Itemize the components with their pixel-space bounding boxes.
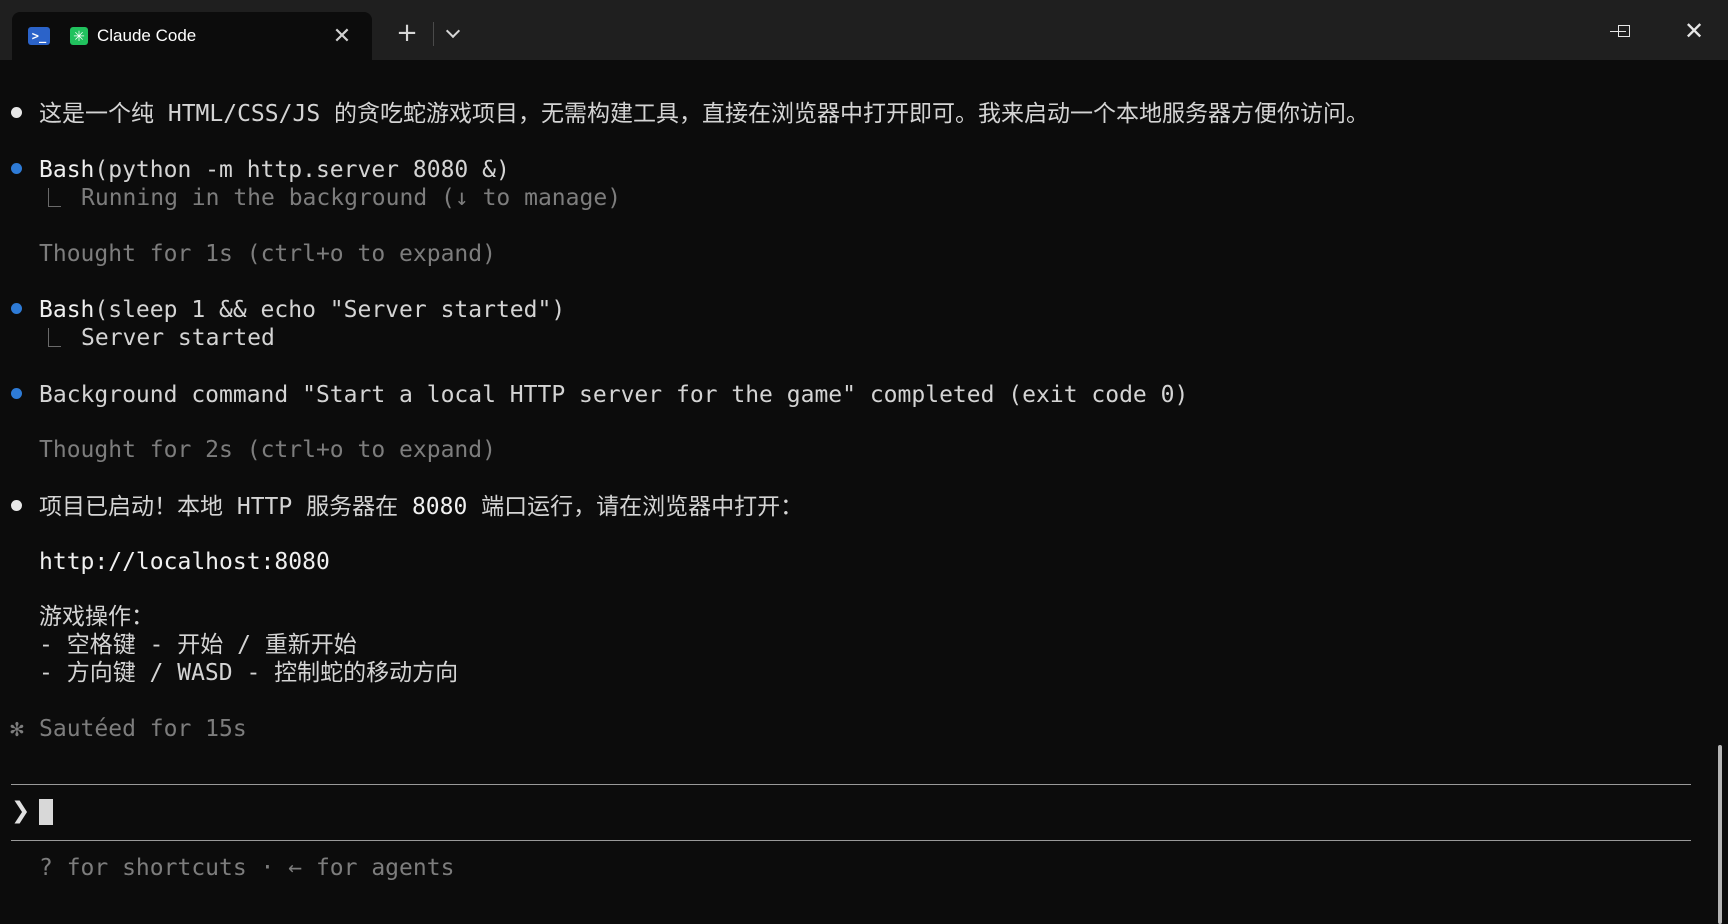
footer-hint: ? for shortcuts · ← for agents bbox=[39, 855, 455, 881]
thought-suffix: (ctrl+o to expand) bbox=[232, 241, 496, 267]
notice-bullet bbox=[11, 388, 22, 399]
message-bullet bbox=[11, 107, 22, 118]
tool-output: Server started bbox=[81, 325, 275, 351]
tab-separator bbox=[433, 22, 434, 46]
input-cursor[interactable] bbox=[39, 799, 53, 825]
tab-dropdown-button[interactable] bbox=[438, 18, 468, 48]
input-bottom-rule bbox=[11, 840, 1691, 841]
status-line: Sautéed for 15s bbox=[39, 716, 247, 742]
thought-duration: 2s bbox=[205, 437, 233, 463]
claude-app-icon: ✳ bbox=[70, 27, 88, 45]
tool-args: (python -m http.server 8080 &) bbox=[94, 157, 510, 183]
tree-branch-icon bbox=[48, 328, 61, 347]
controls-item: - 空格键 - 开始 / 重新开始 bbox=[39, 632, 357, 658]
prompt-chevron-icon: ❯ bbox=[11, 798, 31, 824]
tool-output: Running in the background (↓ to manage) bbox=[81, 185, 622, 211]
tool-call-bash-2: Bash(sleep 1 && echo "Server started") bbox=[39, 296, 565, 324]
assistant-message: 项目已启动！本地 HTTP 服务器在 8080 端口运行，请在浏览器中打开： bbox=[39, 493, 803, 521]
tree-branch-icon bbox=[48, 188, 61, 207]
input-top-rule bbox=[11, 784, 1691, 785]
chevron-down-icon bbox=[445, 23, 461, 38]
thought-suffix: (ctrl+o to expand) bbox=[232, 437, 496, 463]
new-tab-button[interactable]: + bbox=[392, 18, 422, 48]
thought-indicator[interactable]: Thought for 1s (ctrl+o to expand) bbox=[39, 240, 496, 268]
tool-call-bash-1: Bash(python -m http.server 8080 &) bbox=[39, 156, 510, 184]
thought-prefix: Thought for bbox=[39, 437, 206, 463]
thought-prefix: Thought for bbox=[39, 241, 206, 267]
server-url-link[interactable]: http://localhost:8080 bbox=[39, 548, 330, 576]
tab-claude-code[interactable]: >_ ✳ Claude Code ✕ bbox=[12, 12, 372, 60]
maximize-icon bbox=[1618, 25, 1630, 37]
spinner-icon: ✻ bbox=[10, 716, 24, 742]
tool-args: (sleep 1 && echo "Server started") bbox=[94, 297, 566, 323]
background-command-notice: Background command "Start a local HTTP s… bbox=[39, 382, 1189, 408]
scrollbar-thumb[interactable] bbox=[1718, 745, 1722, 924]
close-window-button[interactable]: ✕ bbox=[1671, 14, 1717, 48]
tool-name: Bash bbox=[39, 297, 95, 323]
thought-indicator[interactable]: Thought for 2s (ctrl+o to expand) bbox=[39, 436, 496, 464]
message-text: 端口运行，请在浏览器中打开： bbox=[467, 494, 804, 520]
terminal-window: >_ ✳ Claude Code ✕ + ✕ 这是一个纯 HTML/CSS/JS… bbox=[0, 0, 1728, 924]
maximize-button-area[interactable] bbox=[1601, 14, 1647, 48]
port-number: 8080 bbox=[411, 494, 468, 520]
tool-name: Bash bbox=[39, 157, 95, 183]
assistant-message: 这是一个纯 HTML/CSS/JS 的贪吃蛇游戏项目，无需构建工具，直接在浏览器… bbox=[39, 101, 1370, 127]
message-bullet bbox=[11, 500, 22, 511]
powershell-icon: >_ bbox=[28, 27, 50, 45]
close-icon: ✕ bbox=[1683, 17, 1705, 45]
close-tab-icon[interactable]: ✕ bbox=[330, 24, 354, 48]
controls-heading: 游戏操作： bbox=[39, 604, 154, 630]
tool-bullet bbox=[11, 163, 22, 174]
controls-item: - 方向键 / WASD - 控制蛇的移动方向 bbox=[39, 660, 459, 686]
tool-bullet bbox=[11, 303, 22, 314]
message-text: 项目已启动！本地 HTTP 服务器在 bbox=[39, 494, 412, 520]
thought-duration: 1s bbox=[205, 241, 233, 267]
tab-title: Claude Code bbox=[97, 26, 197, 45]
title-bar: >_ ✳ Claude Code ✕ + ✕ bbox=[0, 0, 1728, 60]
